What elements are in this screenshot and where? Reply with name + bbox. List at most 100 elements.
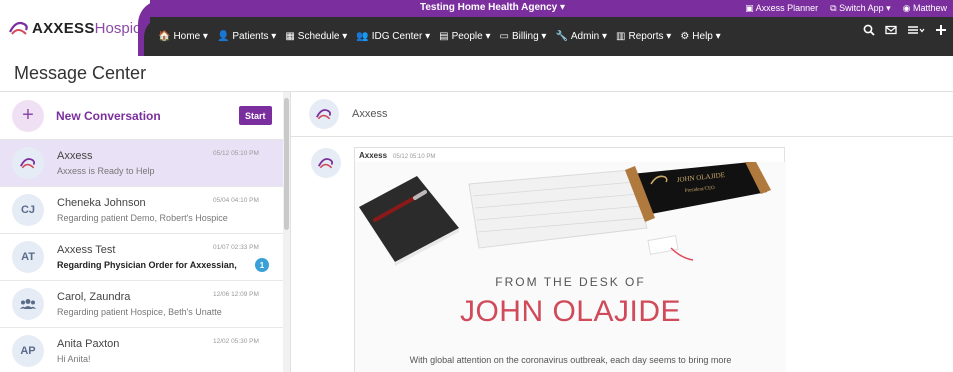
bar-chart-icon: ▥ (616, 31, 626, 42)
conversation-time: 12/02 05:30 PM (213, 338, 259, 345)
message-body: With global attention on the coronavirus… (409, 355, 732, 365)
new-conversation-label: New Conversation (56, 108, 161, 123)
nav-schedule[interactable]: ▦ Schedule ▾ (285, 31, 347, 42)
scroll-thumb[interactable] (284, 98, 289, 230)
home-icon: 🏠 (158, 31, 171, 42)
nav-billing[interactable]: ▭ Billing ▾ (500, 31, 547, 42)
conversation-preview: Regarding patient Demo, Robert's Hospice (57, 213, 228, 223)
nav-admin[interactable]: 🔧 Admin ▾ (555, 31, 607, 42)
sidebar-scrollbar[interactable] (283, 92, 290, 372)
top-right-links: ▣ Axxess Planner ⧉ Switch App ▾ ◉ Matthe… (745, 3, 947, 14)
nav-patients[interactable]: 👤 Patients ▾ (217, 31, 276, 42)
conversation-text: Cheneka Johnson Regarding patient Demo, … (57, 197, 228, 223)
conversation-time: 05/12 05:10 PM (213, 150, 259, 157)
desk-name: JOHN OLAJIDE (459, 295, 682, 328)
axxess-logo-icon (20, 158, 36, 169)
nav-right-tools (863, 24, 947, 36)
avatar: CJ (12, 194, 44, 226)
nav-home[interactable]: 🏠 Home ▾ (158, 31, 208, 42)
conversation-item[interactable]: Carol, Zaundra Regarding patient Hospice… (0, 281, 290, 328)
nav-people-label: People ▾ (451, 31, 491, 42)
axxess-logo-icon (318, 158, 334, 169)
nav-reports[interactable]: ▥ Reports ▾ (616, 31, 671, 42)
message-sender: Axxess (359, 151, 388, 160)
group-icon (20, 299, 36, 309)
conversation-header: Axxess (291, 92, 953, 137)
app-root: AXXESS Hospice Testing Home Health Agenc… (0, 0, 953, 372)
user-icon: 👤 (216, 31, 230, 42)
unread-badge: 1 (255, 258, 269, 272)
conversation-time: 01/07 02:33 PM (213, 244, 259, 251)
conversation-time: 12/06 12:09 PM (213, 291, 259, 298)
message-time: 05/12 05:10 PM (393, 154, 436, 160)
conversation-item[interactable]: AP Anita Paxton Hi Anita! 12/02 05:30 PM (0, 328, 290, 372)
plus-icon: + (12, 99, 44, 132)
plus-icon[interactable] (935, 24, 947, 36)
page-title: Message Center (0, 56, 953, 92)
conversation-text: Anita Paxton Hi Anita! (57, 338, 119, 364)
nav-billing-label: Billing ▾ (511, 31, 547, 42)
planner-label: Axxess Planner (755, 3, 819, 13)
conversation-item[interactable]: Axxess Axxess is Ready to Help 05/12 05:… (0, 140, 290, 187)
switch-app-link[interactable]: ⧉ Switch App ▾ (830, 3, 890, 14)
nav-idg-center-label: IDG Center ▾ (371, 31, 431, 42)
calendar-icon: ▣ (745, 3, 756, 13)
conversation-text: Carol, Zaundra Regarding patient Hospice… (57, 291, 222, 317)
message-image: JOHN OLAJIDE President/CEO FROM THE DESK… (355, 162, 786, 372)
conversation-preview: Axxess is Ready to Help (57, 166, 155, 176)
conversation-item[interactable]: AT Axxess Test Regarding Physician Order… (0, 234, 290, 281)
search-icon[interactable] (863, 24, 875, 36)
nav-help[interactable]: ⚙ Help ▾ (680, 31, 720, 42)
conversation-name: Carol, Zaundra (57, 291, 131, 303)
billing-icon: ▭ (499, 31, 509, 42)
nav-patients-label: Patients ▾ (232, 31, 277, 42)
conversation-item[interactable]: CJ Cheneka Johnson Regarding patient Dem… (0, 187, 290, 234)
logo[interactable]: AXXESS Hospice (0, 0, 150, 56)
conversation-pane: Axxess Axxess 05/12 05:10 PM JOHN OLAJID… (290, 92, 953, 372)
nav-schedule-label: Schedule ▾ (297, 31, 348, 42)
conversation-title: Axxess (352, 108, 388, 120)
help-icon: ⚙ (680, 31, 690, 42)
mail-icon[interactable] (885, 24, 897, 36)
user-name: Matthew (912, 3, 947, 13)
nav-help-label: Help ▾ (692, 31, 721, 42)
conversation-sidebar: + New Conversation Start Axxess Axxess i… (0, 92, 290, 372)
nav-admin-label: Admin ▾ (570, 31, 608, 42)
new-conversation-row[interactable]: + New Conversation Start (0, 92, 290, 140)
planner-link[interactable]: ▣ Axxess Planner (745, 3, 818, 14)
desk-caption: FROM THE DESK OF (495, 275, 646, 289)
conversation-preview: Hi Anita! (57, 354, 91, 364)
axxess-logo-icon (9, 21, 28, 35)
message-bubble: Axxess 05/12 05:10 PM JOHN OLAJIDE Presi… (354, 147, 786, 372)
list-menu-icon[interactable] (907, 24, 925, 36)
conversation-name: Axxess (57, 150, 93, 162)
calendar-icon: ▦ (285, 31, 295, 42)
avatar (12, 147, 44, 179)
logo-axxess-text: AXXESS (32, 19, 95, 37)
agency-bar: Testing Home Health Agency ▾ ▣ Axxess Pl… (150, 0, 953, 17)
avatar: AP (12, 335, 44, 367)
conversation-name: Axxess Test (57, 244, 116, 256)
start-button[interactable]: Start (239, 106, 272, 125)
conversation-name: Cheneka Johnson (57, 197, 146, 209)
message-avatar (311, 148, 341, 178)
nav-idg-center[interactable]: 👥 IDG Center ▾ (356, 31, 430, 42)
avatar (12, 288, 44, 320)
axxess-logo-icon (316, 109, 332, 120)
nav-reports-label: Reports ▾ (628, 31, 672, 42)
user-menu[interactable]: ◉ Matthew (903, 3, 947, 14)
business-card-shape (647, 235, 679, 255)
conversation-text: Axxess Axxess is Ready to Help (57, 150, 155, 176)
external-link-icon: ⧉ (830, 3, 840, 13)
id-card-icon: ▤ (439, 31, 449, 42)
conversation-preview: Regarding Physician Order for Axxessian, (57, 260, 237, 270)
switch-app-label: Switch App ▾ (839, 3, 891, 13)
wrench-icon: 🔧 (555, 31, 568, 42)
conversation-preview: Regarding patient Hospice, Beth's Unatte (57, 307, 222, 317)
conversation-name: Anita Paxton (57, 338, 120, 350)
nav-home-label: Home ▾ (173, 31, 208, 42)
group-icon: 👥 (356, 31, 369, 42)
nav-people[interactable]: ▤ People ▾ (439, 31, 490, 42)
conversation-text: Axxess Test Regarding Physician Order fo… (57, 244, 237, 270)
agency-selector[interactable]: Testing Home Health Agency ▾ (420, 2, 565, 13)
